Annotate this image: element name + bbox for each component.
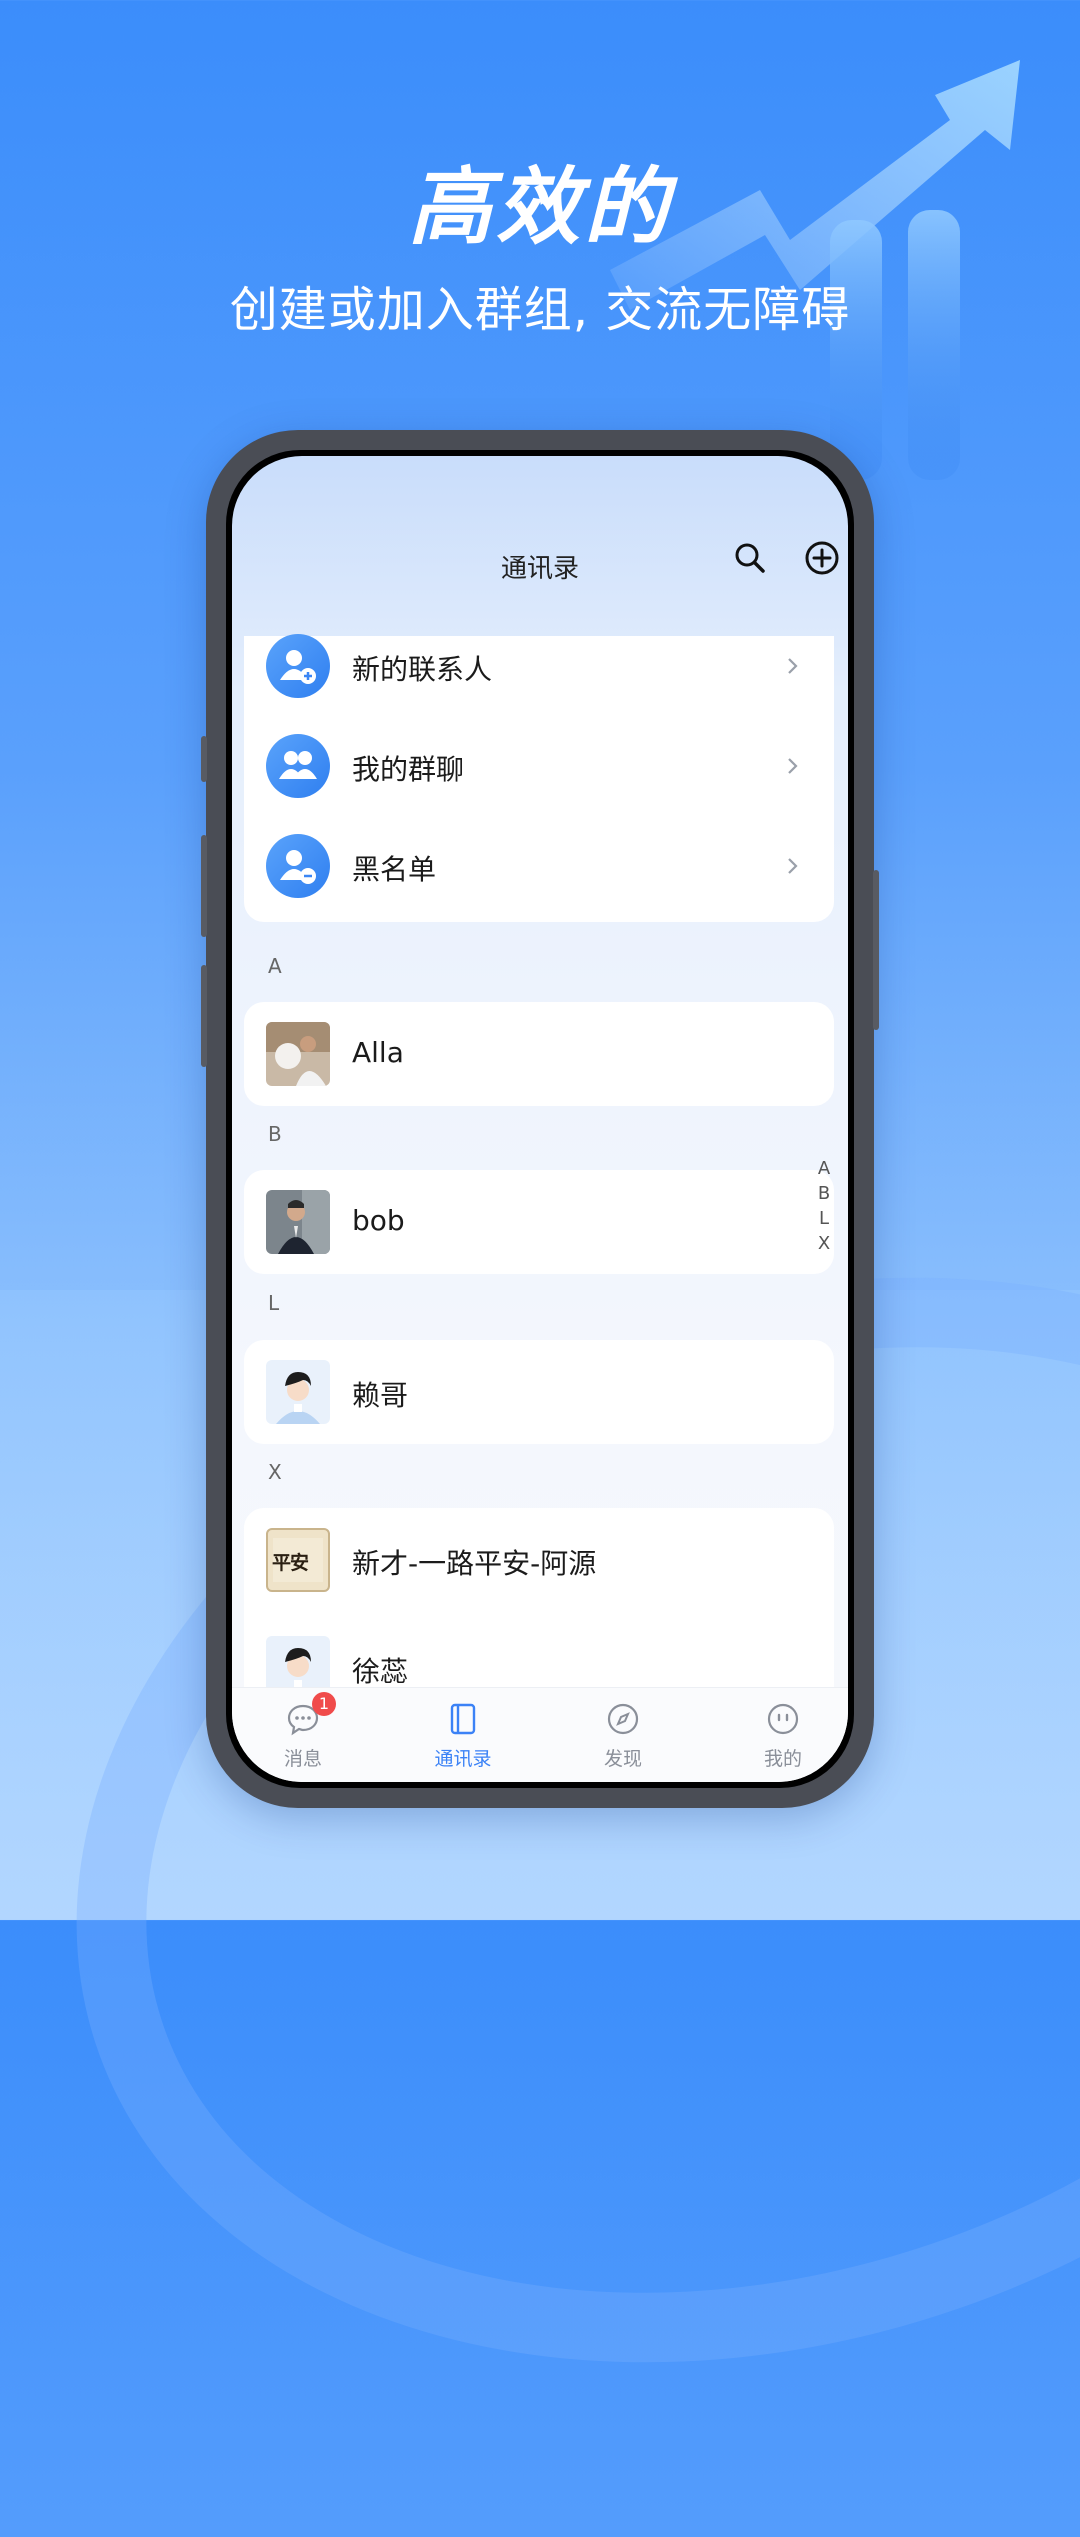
chevron-right-icon — [788, 758, 798, 774]
avatar-calligraphy: 平安 — [272, 1552, 309, 1574]
phone-volume-down — [201, 965, 207, 1067]
contacts-screen: 通讯录 新的联系人 我的群聊 黑名单 A Alla B bob A B L X … — [232, 456, 848, 1782]
entry-new-contacts[interactable]: 新的联系人 — [244, 616, 834, 716]
chevron-right-icon — [788, 858, 798, 874]
entry-blacklist[interactable]: 黑名单 — [244, 816, 834, 916]
avatar — [266, 1022, 330, 1086]
avatar — [266, 1360, 330, 1424]
contact-name: Alla — [352, 1036, 404, 1069]
contact-card: bob — [244, 1170, 834, 1274]
index-letter[interactable]: B — [812, 1181, 836, 1206]
profile-face-icon — [767, 1703, 799, 1735]
contact-row-xincai[interactable]: 平安 新才-一路平安-阿源 — [244, 1510, 834, 1610]
tab-label: 消息 — [283, 1748, 322, 1770]
unread-badge: 1 — [312, 1692, 336, 1716]
avatar — [266, 1190, 330, 1254]
plus-circle-icon[interactable] — [802, 538, 842, 578]
contact-name: 新才-一路平安-阿源 — [352, 1547, 597, 1580]
tab-contacts[interactable]: 通讯录 — [398, 1688, 528, 1782]
phone-silent-switch — [201, 736, 207, 782]
tab-label: 通讯录 — [434, 1748, 492, 1770]
contact-name: 徐蕊 — [352, 1655, 409, 1688]
phone-screen: 通讯录 新的联系人 我的群聊 黑名单 A Alla B bob A B L X … — [226, 450, 854, 1788]
section-letter-l: L — [268, 1291, 280, 1315]
contact-name: bob — [352, 1204, 405, 1237]
entry-label: 新的联系人 — [352, 653, 493, 686]
phone-volume-up — [201, 835, 207, 937]
phone-mockup: 通讯录 新的联系人 我的群聊 黑名单 A Alla B bob A B L X … — [201, 430, 879, 1808]
group-icon — [266, 734, 330, 798]
index-letter[interactable]: L — [812, 1206, 836, 1231]
search-icon[interactable] — [730, 538, 770, 578]
promo-headline: 高效的 — [407, 158, 672, 256]
tab-label: 发现 — [603, 1748, 642, 1770]
entry-my-groups[interactable]: 我的群聊 — [244, 716, 834, 816]
section-letter-b: B — [268, 1122, 282, 1146]
contact-name: 赖哥 — [352, 1379, 409, 1412]
contact-card: 赖哥 — [244, 1340, 834, 1444]
entry-label: 黑名单 — [352, 853, 437, 886]
contact-row-laige[interactable]: 赖哥 — [244, 1342, 834, 1442]
alphabet-index-bar[interactable]: A B L X — [812, 1156, 836, 1256]
add-contact-icon — [266, 634, 330, 698]
entry-label: 我的群聊 — [352, 753, 465, 786]
bottom-tab-bar: 1 消息 通讯录 发现 我的 — [232, 1687, 848, 1782]
promo-subhead: 创建或加入群组, 交流无障碍 — [229, 282, 851, 338]
avatar: 平安 — [266, 1528, 330, 1592]
compass-icon — [607, 1703, 639, 1735]
contact-card: Alla — [244, 1002, 834, 1106]
index-letter[interactable]: X — [812, 1231, 836, 1256]
index-letter[interactable]: A — [812, 1156, 836, 1181]
quick-entries-card: 新的联系人 我的群聊 黑名单 — [244, 634, 834, 922]
chevron-right-icon — [788, 658, 798, 674]
contact-row-bob[interactable]: bob — [244, 1172, 834, 1272]
tab-label: 我的 — [763, 1748, 802, 1770]
section-letter-a: A — [268, 954, 282, 978]
blocked-user-icon — [266, 834, 330, 898]
tab-messages[interactable]: 1 消息 — [238, 1688, 368, 1782]
contact-row-alla[interactable]: Alla — [244, 1004, 834, 1104]
tab-discover[interactable]: 发现 — [558, 1688, 688, 1782]
section-letter-x: X — [268, 1460, 282, 1484]
phone-power-button — [873, 870, 879, 1030]
contacts-book-icon — [450, 1703, 476, 1735]
tab-me[interactable]: 我的 — [718, 1688, 848, 1782]
